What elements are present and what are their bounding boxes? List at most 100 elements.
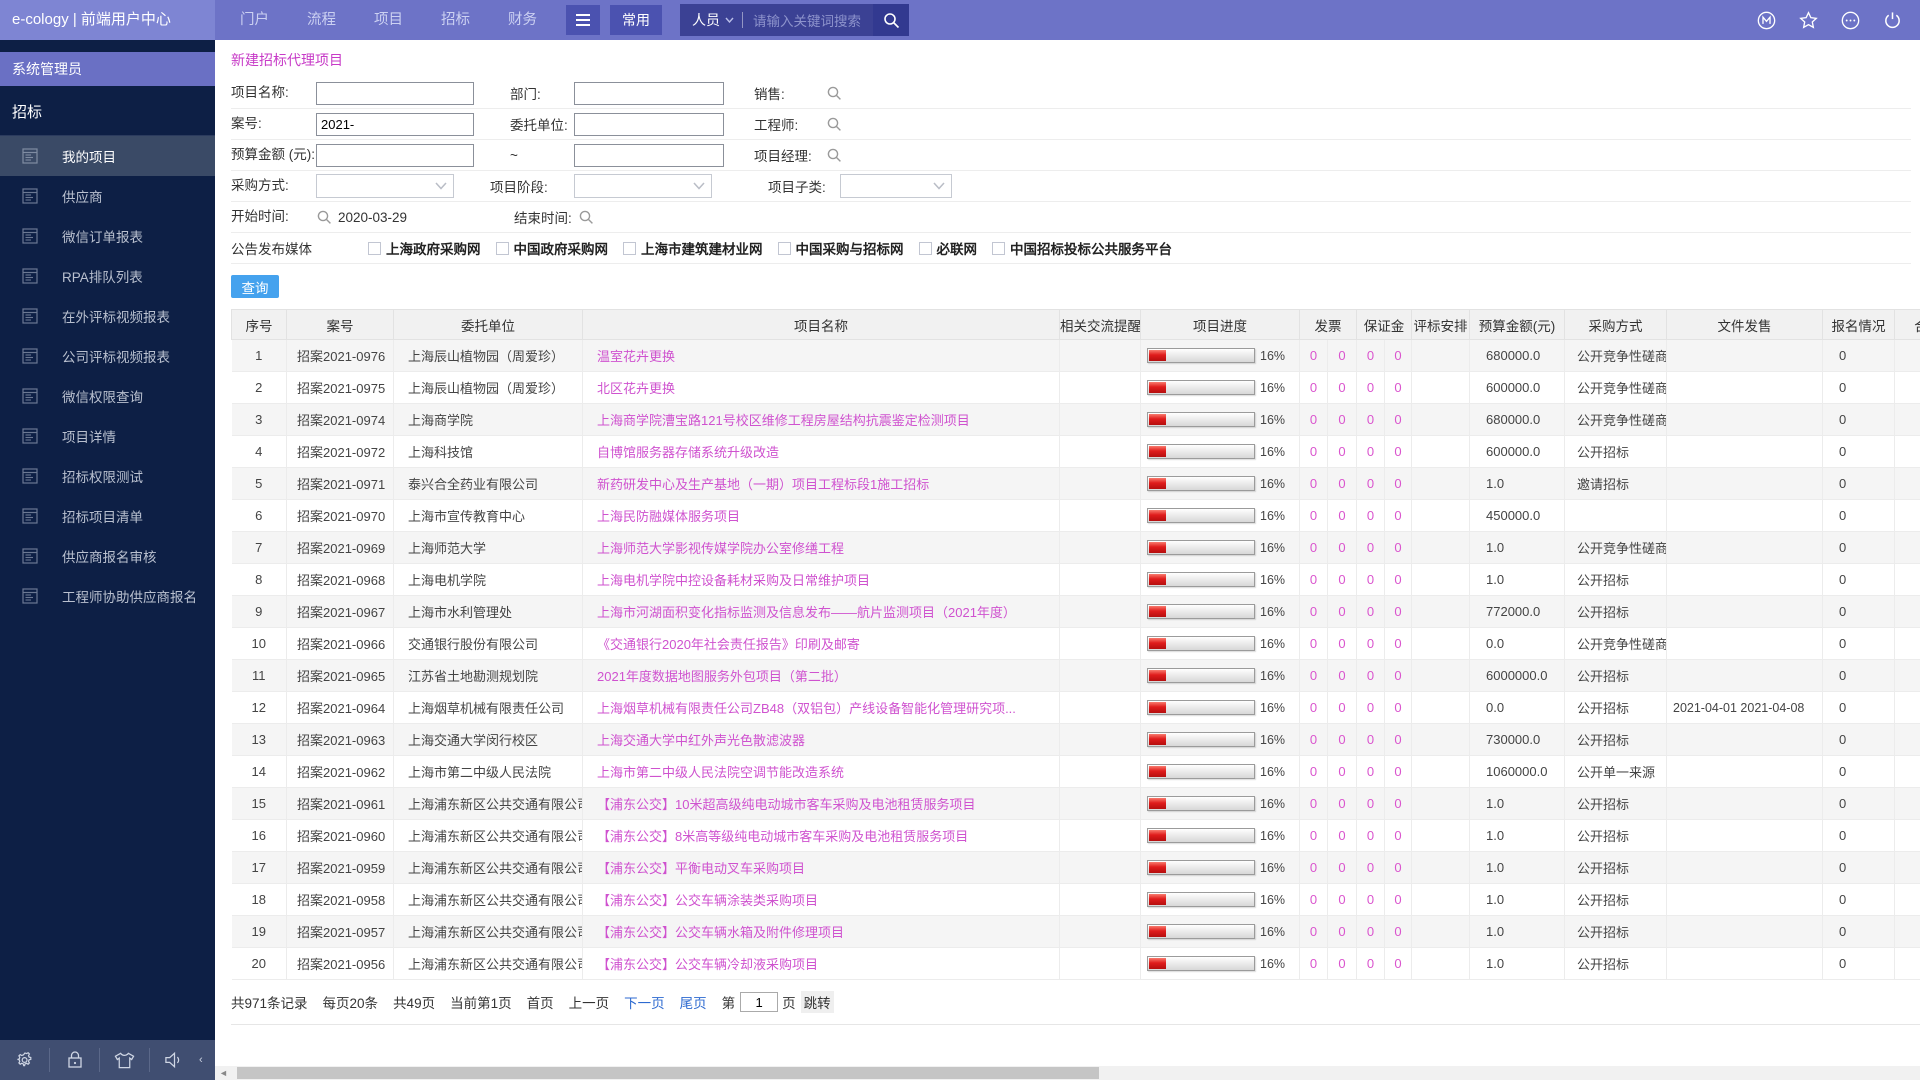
pm-browse-icon[interactable] bbox=[826, 147, 842, 163]
sales-browse-icon[interactable] bbox=[826, 85, 842, 101]
sidebar-item[interactable]: 工程师协助供应商报名 bbox=[0, 576, 215, 616]
new-project-link[interactable]: 新建招标代理项目 bbox=[231, 50, 343, 70]
deposit-count-link[interactable]: 0 bbox=[1394, 796, 1401, 811]
sidebar-item[interactable]: 供应商 bbox=[0, 176, 215, 216]
deposit-count-link[interactable]: 0 bbox=[1394, 444, 1401, 459]
media-checkbox[interactable]: 中国政府采购网 bbox=[495, 238, 608, 258]
invoice-count-link[interactable]: 0 bbox=[1338, 508, 1345, 523]
jump-page-input[interactable] bbox=[740, 992, 779, 1012]
invoice-count-link[interactable]: 0 bbox=[1338, 380, 1345, 395]
invoice-count-link[interactable]: 0 bbox=[1338, 348, 1345, 363]
scroll-left-arrow-icon[interactable]: ◄ bbox=[219, 1067, 228, 1079]
project-name-input[interactable] bbox=[316, 81, 474, 105]
project-link[interactable]: 上海师范大学影视传媒学院办公室修缮工程 bbox=[597, 541, 844, 556]
favorites-tab[interactable]: 常用 bbox=[610, 5, 662, 35]
deposit-count-link[interactable]: 0 bbox=[1367, 956, 1374, 971]
deposit-count-link[interactable]: 0 bbox=[1367, 412, 1374, 427]
theme-icon[interactable] bbox=[100, 1051, 149, 1070]
next-page-link[interactable]: 下一页 bbox=[624, 992, 665, 1012]
invoice-count-link[interactable]: 0 bbox=[1310, 348, 1317, 363]
invoice-count-link[interactable]: 0 bbox=[1338, 540, 1345, 555]
sidebar-item[interactable]: 微信权限查询 bbox=[0, 376, 215, 416]
deposit-count-link[interactable]: 0 bbox=[1367, 668, 1374, 683]
media-checkbox[interactable]: 上海市建筑建材业网 bbox=[623, 238, 763, 258]
project-link[interactable]: 北区花卉更换 bbox=[597, 381, 675, 396]
project-link[interactable]: 上海交通大学中红外声光色散滤波器 bbox=[597, 733, 805, 748]
invoice-count-link[interactable]: 0 bbox=[1338, 860, 1345, 875]
invoice-count-link[interactable]: 0 bbox=[1310, 668, 1317, 683]
jump-button[interactable]: 跳转 bbox=[800, 991, 834, 1013]
deposit-count-link[interactable]: 0 bbox=[1367, 540, 1374, 555]
project-link[interactable]: 上海电机学院中控设备耗材采购及日常维护项目 bbox=[597, 573, 870, 588]
deposit-count-link[interactable]: 0 bbox=[1394, 604, 1401, 619]
nav-item[interactable]: 招标 bbox=[422, 0, 489, 40]
project-link[interactable]: 【浦东公交】公交车辆水箱及附件修理项目 bbox=[597, 925, 844, 940]
project-link[interactable]: 上海民防融媒体服务项目 bbox=[597, 509, 740, 524]
invoice-count-link[interactable]: 0 bbox=[1338, 444, 1345, 459]
sidebar-item[interactable]: 微信订单报表 bbox=[0, 216, 215, 256]
dept-input[interactable] bbox=[574, 81, 724, 105]
deposit-count-link[interactable]: 0 bbox=[1367, 476, 1374, 491]
client-input[interactable] bbox=[574, 112, 724, 136]
deposit-count-link[interactable]: 0 bbox=[1367, 348, 1374, 363]
nav-item[interactable]: 门户 bbox=[221, 0, 288, 40]
project-link[interactable]: 上海市第二中级人民法院空调节能改造系统 bbox=[597, 765, 844, 780]
sidebar-item[interactable]: 项目详情 bbox=[0, 416, 215, 456]
deposit-count-link[interactable]: 0 bbox=[1367, 892, 1374, 907]
invoice-count-link[interactable]: 0 bbox=[1338, 700, 1345, 715]
invoice-count-link[interactable]: 0 bbox=[1338, 572, 1345, 587]
end-date-picker-icon[interactable] bbox=[578, 209, 594, 225]
project-link[interactable]: 【浦东公交】公交车辆冷却液采购项目 bbox=[597, 957, 818, 972]
invoice-count-link[interactable]: 0 bbox=[1310, 508, 1317, 523]
invoice-count-link[interactable]: 0 bbox=[1338, 604, 1345, 619]
prev-page-link[interactable]: 上一页 bbox=[569, 992, 610, 1012]
project-link[interactable]: 《交通银行2020年社会责任报告》印刷及邮寄 bbox=[597, 637, 860, 652]
invoice-count-link[interactable]: 0 bbox=[1310, 956, 1317, 971]
deposit-count-link[interactable]: 0 bbox=[1394, 828, 1401, 843]
invoice-count-link[interactable]: 0 bbox=[1310, 540, 1317, 555]
deposit-count-link[interactable]: 0 bbox=[1394, 764, 1401, 779]
speaker-icon[interactable] bbox=[150, 1051, 199, 1069]
project-link[interactable]: 新药研发中心及生产基地（一期）项目工程标段1施工招标 bbox=[597, 477, 929, 492]
lock-icon[interactable] bbox=[50, 1050, 99, 1070]
project-link[interactable]: 自博馆服务器存储系统升级改造 bbox=[597, 445, 779, 460]
deposit-count-link[interactable]: 0 bbox=[1394, 508, 1401, 523]
deposit-count-link[interactable]: 0 bbox=[1367, 764, 1374, 779]
project-link[interactable]: 上海商学院漕宝路121号校区维修工程房屋结构抗震鉴定检测项目 bbox=[597, 413, 970, 428]
case-input[interactable] bbox=[316, 112, 474, 136]
sidebar-item[interactable]: 我的项目 bbox=[0, 136, 215, 176]
invoice-count-link[interactable]: 0 bbox=[1338, 732, 1345, 747]
deposit-count-link[interactable]: 0 bbox=[1394, 412, 1401, 427]
media-checkbox[interactable]: 中国采购与招标网 bbox=[777, 238, 904, 258]
budget-max-input[interactable] bbox=[574, 143, 724, 167]
query-button[interactable]: 查询 bbox=[231, 275, 279, 298]
sidebar-item[interactable]: 招标项目清单 bbox=[0, 496, 215, 536]
deposit-count-link[interactable]: 0 bbox=[1367, 444, 1374, 459]
invoice-count-link[interactable]: 0 bbox=[1310, 604, 1317, 619]
first-page-link[interactable]: 首页 bbox=[527, 992, 554, 1012]
deposit-count-link[interactable]: 0 bbox=[1394, 636, 1401, 651]
deposit-count-link[interactable]: 0 bbox=[1367, 572, 1374, 587]
invoice-count-link[interactable]: 0 bbox=[1310, 476, 1317, 491]
project-link[interactable]: 温室花卉更换 bbox=[597, 349, 675, 364]
deposit-count-link[interactable]: 0 bbox=[1394, 572, 1401, 587]
nav-item[interactable]: 项目 bbox=[355, 0, 422, 40]
deposit-count-link[interactable]: 0 bbox=[1367, 860, 1374, 875]
invoice-count-link[interactable]: 0 bbox=[1338, 828, 1345, 843]
invoice-count-link[interactable]: 0 bbox=[1338, 796, 1345, 811]
media-checkbox[interactable]: 中国招标投标公共服务平台 bbox=[992, 238, 1172, 258]
deposit-count-link[interactable]: 0 bbox=[1367, 604, 1374, 619]
more-icon[interactable] bbox=[1841, 11, 1860, 30]
invoice-count-link[interactable]: 0 bbox=[1338, 636, 1345, 651]
deposit-count-link[interactable]: 0 bbox=[1394, 540, 1401, 555]
engineer-browse-icon[interactable] bbox=[826, 116, 842, 132]
sidebar-item[interactable]: RPA排队列表 bbox=[0, 256, 215, 296]
project-link[interactable]: 2021年度数据地图服务外包项目（第二批） bbox=[597, 669, 847, 684]
start-date-picker-icon[interactable] bbox=[316, 209, 332, 225]
subtype-select[interactable] bbox=[840, 174, 952, 198]
deposit-count-link[interactable]: 0 bbox=[1394, 924, 1401, 939]
deposit-count-link[interactable]: 0 bbox=[1367, 508, 1374, 523]
deposit-count-link[interactable]: 0 bbox=[1367, 636, 1374, 651]
star-icon[interactable] bbox=[1799, 10, 1818, 30]
invoice-count-link[interactable]: 0 bbox=[1338, 764, 1345, 779]
